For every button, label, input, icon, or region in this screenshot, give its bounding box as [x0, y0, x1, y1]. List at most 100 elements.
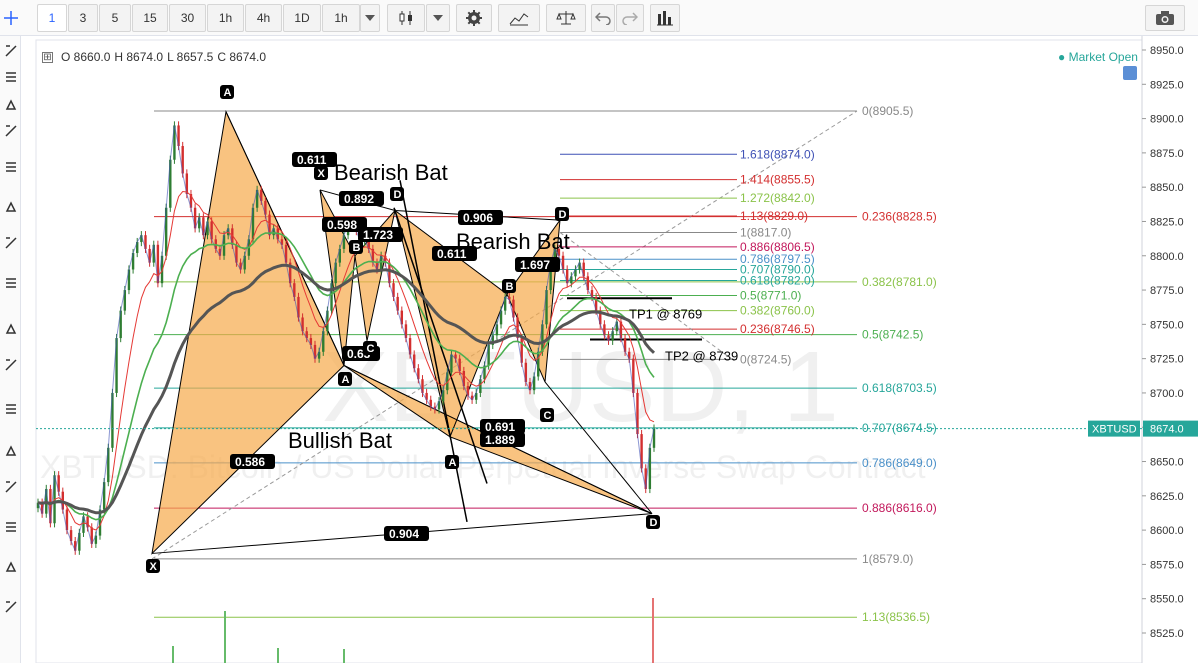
chart-type-button[interactable] [387, 4, 425, 32]
price-tick-label: 8900.0 [1150, 114, 1184, 126]
redo-button[interactable] [616, 4, 644, 32]
chart-canvas[interactable]: 8525.08550.08575.08600.08625.08650.08675… [22, 36, 1198, 663]
snapshot-button[interactable] [1145, 5, 1185, 31]
left-tool-fib[interactable] [0, 232, 21, 254]
top-toolbar: 1 3 5 15 30 1h 4h 1D 1h [0, 0, 1198, 36]
brush-icon [4, 125, 17, 137]
left-tool-measure[interactable] [0, 354, 21, 376]
ratio-label-text: 0.892 [344, 192, 374, 206]
market-expand-icon[interactable] [1123, 66, 1137, 80]
interval-button-1[interactable]: 1 [37, 4, 67, 32]
interval-button-4h[interactable]: 4h [245, 4, 282, 32]
ratio-label-text: 0.691 [485, 420, 515, 434]
ratio-label-text: 0.906 [463, 211, 493, 225]
interval-dropdown-button[interactable]: 1h [322, 4, 360, 32]
fib-icon-path [4, 237, 17, 249]
chart-pane[interactable]: 8525.08550.08575.08600.08625.08650.08675… [22, 36, 1198, 663]
price-tick-label: 8825.0 [1150, 216, 1184, 228]
pattern-icon [5, 201, 16, 212]
ratio-label: 1.889 [480, 432, 525, 447]
point-label-text: D [559, 209, 567, 221]
point-label: X [314, 166, 328, 180]
settings-button[interactable] [456, 4, 492, 32]
undo-button[interactable] [591, 4, 615, 32]
price-tick-label: 8525.0 [1150, 628, 1184, 640]
ratio-label: 0.586 [230, 454, 275, 469]
left-tool-eye[interactable] [0, 516, 21, 538]
tp1-label: TP1 @ 8769 [629, 306, 702, 321]
indicators-icon [509, 13, 529, 26]
point-label-text: D [650, 517, 658, 529]
price-tick-label: 8650.0 [1150, 457, 1184, 469]
fib-level-label: 0.5(8742.5) [862, 328, 923, 342]
volume-bar [343, 649, 345, 663]
left-tool-line[interactable] [0, 66, 21, 88]
left-tool-lock[interactable] [0, 476, 21, 498]
trash-icon [4, 601, 17, 613]
interval-button-15[interactable]: 15 [132, 4, 168, 32]
alert-icon-path [5, 561, 16, 572]
left-tool-trash[interactable] [0, 596, 21, 618]
left-tool-text[interactable] [0, 156, 21, 178]
line-icon [5, 72, 16, 82]
chevron-down-icon [365, 15, 375, 21]
measure-icon-path [4, 359, 17, 371]
point-label: A [220, 85, 234, 99]
lock-icon [4, 481, 17, 493]
alert-icon [5, 561, 16, 572]
left-tool-brush[interactable] [0, 120, 21, 142]
price-tick-label: 8575.0 [1150, 559, 1184, 571]
ratio-label: 0.904 [384, 526, 429, 541]
point-label: B [349, 240, 363, 254]
collapse-legend-icon[interactable]: ⊞ [42, 51, 53, 63]
price-axis: 8525.08550.08575.08600.08625.08650.08675… [1141, 36, 1184, 663]
eye-icon [5, 522, 16, 532]
fib-level-label: 1.414(8855.5) [740, 173, 815, 187]
fib-level-label: 0.786(8649.0) [862, 456, 937, 470]
magnet-icon-path [5, 404, 16, 414]
left-tool-zoom[interactable] [0, 318, 21, 340]
interval-button-5[interactable]: 5 [99, 4, 131, 32]
left-tool-horizontal-lines[interactable] [0, 94, 21, 116]
chevron-down-icon [433, 15, 443, 21]
chart-type-dropdown[interactable] [426, 4, 450, 32]
redo-icon [622, 12, 638, 25]
left-tool-cursor[interactable] [0, 40, 21, 62]
cursor-icon [4, 45, 17, 57]
bars-button[interactable] [650, 4, 680, 32]
left-tool-pencil[interactable] [0, 440, 21, 462]
ratio-label: 1.723 [358, 227, 403, 242]
point-label: D [555, 207, 569, 221]
volume-bar [652, 598, 654, 663]
price-tick-label: 8950.0 [1150, 45, 1184, 57]
brush-icon-path [4, 125, 17, 137]
left-tool-shapes[interactable] [0, 272, 21, 294]
undo-icon [595, 12, 611, 25]
interval-button-30[interactable]: 30 [169, 4, 206, 32]
ratio-label-text: 0.586 [235, 455, 265, 469]
indicators-button[interactable] [498, 4, 540, 32]
fib-level-label: 0.382(8781.0) [862, 275, 937, 289]
left-tool-alert[interactable] [0, 556, 21, 578]
interval-button-1d[interactable]: 1D [283, 4, 321, 32]
ratio-label-text: 1.723 [363, 228, 393, 242]
left-tool-pattern[interactable] [0, 196, 21, 218]
point-label: C [363, 341, 377, 355]
volume-bar [172, 646, 174, 663]
ratio-label: 0.611 [292, 152, 337, 167]
interval-button-1h[interactable]: 1h [207, 4, 244, 32]
volume-bar [224, 611, 226, 663]
interval-button-3[interactable]: 3 [68, 4, 98, 32]
fib-level-label: 0.5(8771.0) [740, 289, 801, 303]
measure-icon [4, 359, 17, 371]
ratio-label: 0.906 [458, 210, 503, 225]
horizontal-lines-icon [5, 99, 16, 110]
point-label-text: A [342, 374, 350, 386]
left-drawing-toolbar [0, 36, 21, 663]
symbol-tag: XBTUSD [1092, 424, 1137, 436]
left-tool-magnet[interactable] [0, 398, 21, 420]
cursor-tool-button[interactable] [0, 4, 22, 32]
interval-dropdown-arrow[interactable] [360, 4, 380, 32]
compare-button[interactable] [546, 4, 586, 32]
point-label: A [445, 455, 459, 469]
